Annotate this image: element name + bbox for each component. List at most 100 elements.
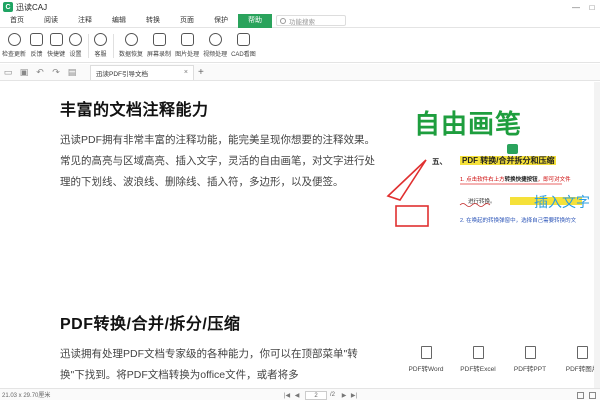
pdf-to-ppt-button[interactable]: PDF转PPT (504, 346, 556, 373)
customer-service-button[interactable]: 客服 (94, 29, 108, 58)
section-number: 五、 (432, 157, 447, 166)
folder-icon: ▤ (67, 66, 77, 77)
step-one-suffix: ，即可对文件 (537, 177, 571, 183)
open-button[interactable]: ▤ (64, 64, 80, 81)
document-tab-title: 迅读PDF引导文档 (96, 70, 148, 78)
menu-convert[interactable]: 转换 (136, 14, 170, 28)
close-tab-button[interactable]: × (184, 69, 188, 76)
document-tab[interactable]: 迅读PDF引导文档 × (90, 64, 194, 80)
ribbon-divider (113, 34, 115, 58)
redo-button[interactable]: ↷ (48, 64, 64, 81)
ribbon-toolbar: 检查更新 反馈 快捷键 设置 客服 数据恢复 屏幕录制 图片处理 视频处理 CA… (0, 29, 600, 63)
annotation-illustration: 自由画笔 五、 PDF 转换/合并拆分和压缩 1. 点击软件右上方转换快捷按钮，… (382, 94, 600, 234)
insert-text-sample: 插入文字 (534, 194, 590, 210)
shortcuts-button[interactable]: 快捷键 (47, 29, 65, 58)
video-process-icon (208, 33, 222, 46)
menu-page[interactable]: 页面 (170, 14, 204, 28)
check-update-label: 检查更新 (2, 52, 27, 58)
print-button[interactable]: ▭ (0, 64, 16, 81)
pdf-to-excel-label: PDF转Excel (460, 366, 496, 373)
convert-tools: PDF转Word PDF转Excel PDF转PPT PDF转图片 (400, 346, 600, 373)
video-process-button[interactable]: 视频处理 (203, 29, 227, 58)
step-one-continued: 进行转换。 (468, 199, 496, 205)
last-page-button[interactable]: ▶| (349, 392, 359, 399)
maximize-button[interactable]: □ (584, 0, 600, 14)
image-process-button[interactable]: 图片处理 (175, 29, 199, 58)
pdf-to-word-label: PDF转Word (408, 366, 444, 373)
section-title: PDF 转换/合并拆分和压缩 (460, 155, 557, 166)
heading-convert: PDF转换/合并/拆分/压缩 (60, 316, 241, 333)
pdf-to-image-icon (576, 346, 588, 359)
vertical-scrollbar[interactable] (594, 82, 600, 388)
polygon-shape (386, 159, 427, 201)
current-page-input[interactable]: 2 (305, 390, 327, 400)
comment-icon (507, 144, 518, 154)
image-process-icon (180, 33, 194, 46)
data-recovery-icon (124, 33, 138, 46)
feedback-label: 反馈 (30, 52, 43, 58)
function-search-placeholder: 功能搜索 (289, 18, 315, 26)
pdf-to-ppt-label: PDF转PPT (513, 366, 547, 373)
single-page-view-icon[interactable] (577, 391, 584, 399)
search-icon (280, 17, 286, 24)
page-size-readout: 21.03 x 29.70厘米 (2, 393, 51, 399)
screen-record-label: 屏幕录制 (147, 52, 172, 58)
menu-edit[interactable]: 编辑 (102, 14, 136, 28)
ribbon-divider (88, 34, 90, 58)
first-page-button[interactable]: |◀ (282, 392, 292, 399)
step-one-prefix: 1. 点击软件右上方 (460, 177, 505, 183)
menu-bar: 首页 阅读 注释 编辑 转换 页面 保护 帮助 功能搜索 (0, 13, 600, 28)
undo-icon: ↶ (36, 66, 44, 77)
video-process-label: 视频处理 (203, 52, 228, 58)
step-one: 1. 点击软件右上方转换快捷按钮，即可对文件 (460, 175, 571, 183)
step-one-bold: 转换快捷按钮 (504, 177, 538, 183)
shortcuts-label: 快捷键 (47, 52, 66, 58)
data-recovery-label: 数据恢复 (119, 52, 144, 58)
rectangle-shape (395, 205, 429, 227)
save-icon: ▣ (19, 66, 29, 77)
pdf-to-word-icon (420, 346, 432, 359)
check-update-button[interactable]: 检查更新 (2, 29, 26, 58)
minimize-button[interactable]: — (568, 0, 584, 14)
title-bar: C 迅读CAJ — □ (0, 0, 600, 14)
pdf-to-word-button[interactable]: PDF转Word (400, 346, 452, 373)
page-navigator: |◀ ◀ 2 /2 ▶ ▶| (282, 389, 359, 400)
pdf-to-excel-icon (472, 346, 484, 359)
free-draw-text: 自由画笔 (414, 110, 523, 140)
screen-record-button[interactable]: 屏幕录制 (147, 29, 171, 58)
menu-home[interactable]: 首页 (0, 14, 34, 28)
refresh-icon (7, 33, 21, 46)
menu-annotate[interactable]: 注释 (68, 14, 102, 28)
feedback-button[interactable]: 反馈 (30, 29, 44, 58)
gear-icon (69, 33, 83, 46)
prev-page-button[interactable]: ◀ (292, 392, 302, 399)
section-title-text: PDF 转换/合并拆分和压缩 (460, 156, 557, 165)
customer-service-label: 客服 (94, 52, 107, 58)
paragraph-convert: 迅读拥有处理PDF文档专家级的各种能力，你可以在顶部菜单"转换"下找到。将PDF… (60, 348, 358, 381)
cad-viewer-button[interactable]: CAD看图 (231, 29, 256, 58)
document-tab-bar: ▭ ▣ ↶ ↷ ▤ 迅读PDF引导文档 × + (0, 64, 600, 81)
function-search-input[interactable]: 功能搜索 (276, 15, 346, 26)
save-button[interactable]: ▣ (16, 64, 32, 81)
pdf-to-excel-button[interactable]: PDF转Excel (452, 346, 504, 373)
menu-help[interactable]: 帮助 (238, 13, 272, 28)
headset-icon (94, 33, 108, 46)
paragraph-annotation: 迅读PDF拥有非常丰富的注释功能，能完美呈现你想要的注释效果。常见的高亮与区域高… (60, 134, 375, 188)
undo-button[interactable]: ↶ (32, 64, 48, 81)
heading-annotation: 丰富的文档注释能力 (60, 102, 209, 119)
settings-button[interactable]: 设置 (69, 29, 83, 58)
add-tab-button[interactable]: + (198, 67, 204, 78)
step-two: 2. 在唤起的转换弹窗中，选择自己需要转换的文 (460, 218, 577, 224)
keyboard-icon (49, 33, 63, 46)
total-pages: /2 (330, 392, 336, 398)
menu-read[interactable]: 阅读 (34, 14, 68, 28)
next-page-button[interactable]: ▶ (339, 392, 349, 399)
view-controls (577, 389, 596, 400)
data-recovery-button[interactable]: 数据恢复 (119, 29, 143, 58)
pdf-to-ppt-icon (524, 346, 536, 359)
menu-protect[interactable]: 保护 (204, 14, 238, 28)
document-view[interactable]: 丰富的文档注释能力 迅读PDF拥有非常丰富的注释功能，能完美呈现你想要的注释效果… (0, 82, 600, 388)
feedback-icon (30, 33, 44, 46)
fit-width-icon[interactable] (589, 391, 596, 399)
screen-record-icon (152, 33, 166, 46)
